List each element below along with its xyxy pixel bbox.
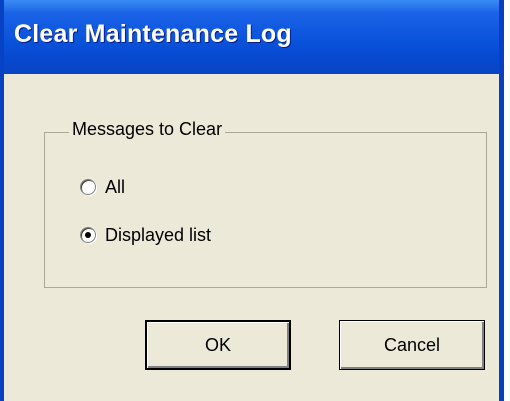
radio-all-label[interactable]: All (105, 177, 125, 198)
radio-all-icon[interactable] (80, 179, 96, 195)
dialog-title: Clear Maintenance Log (14, 20, 292, 48)
cancel-button[interactable]: Cancel (339, 320, 485, 370)
ok-button[interactable]: OK (145, 320, 291, 370)
radio-option-displayed-list[interactable]: Displayed list (80, 222, 211, 248)
messages-to-clear-group (44, 132, 487, 288)
radio-selected-dot-icon (85, 232, 91, 238)
radio-displayed-list-label[interactable]: Displayed list (105, 225, 211, 246)
radio-displayed-list-icon[interactable] (80, 227, 96, 243)
radio-option-all[interactable]: All (80, 174, 125, 200)
group-label: Messages to Clear (69, 119, 226, 140)
title-bar[interactable]: Clear Maintenance Log (4, 0, 499, 74)
